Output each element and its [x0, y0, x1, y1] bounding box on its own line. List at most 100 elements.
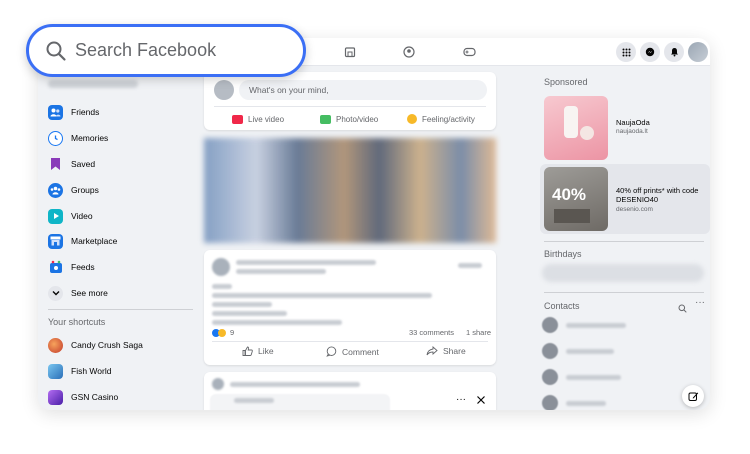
contact-avatar	[542, 395, 558, 410]
post2-header-blurred	[230, 382, 360, 387]
feeds-icon	[48, 260, 63, 275]
thumbs-up-icon	[242, 346, 253, 356]
ad-image: 40%	[544, 167, 608, 231]
post-composer: What's on your mind, Live video Photo/vi…	[204, 72, 496, 130]
birthday-blurred[interactable]	[542, 264, 704, 282]
comment-button[interactable]: Comment	[326, 346, 379, 357]
reactions-summary[interactable]: 9	[212, 328, 234, 337]
ad-url: naujaoda.lt	[616, 128, 648, 135]
gaming-nav-icon[interactable]	[462, 45, 476, 59]
groups-nav-icon[interactable]	[402, 45, 416, 59]
action-label: Live video	[248, 114, 285, 124]
sidebar-item-label: See more	[71, 288, 108, 298]
comment-bubble-icon	[326, 346, 337, 357]
ad-title: 40% off prints* with code DESENIO40	[616, 186, 699, 204]
ad-image	[544, 96, 608, 160]
new-message-button[interactable]	[682, 385, 704, 407]
sidebar-item-groups[interactable]: Groups	[48, 179, 198, 201]
video-icon	[48, 208, 63, 224]
shares-count[interactable]: 1 share	[466, 328, 491, 337]
contacts-more-icon[interactable]: ···	[695, 297, 705, 308]
shortcuts-heading: Your shortcuts	[48, 317, 106, 327]
groups-icon	[48, 182, 63, 198]
composer-avatar	[214, 80, 234, 100]
ad-url: desenio.com	[616, 206, 653, 213]
post-actions-divider	[212, 341, 488, 342]
sidebar-item-feeds[interactable]: Feeds	[48, 256, 198, 278]
live-video-icon	[232, 114, 243, 124]
sidebar-item-label: Marketplace	[71, 236, 118, 246]
post2-author-avatar[interactable]	[212, 378, 224, 390]
share-button[interactable]: Share	[426, 346, 466, 356]
like-button[interactable]: Like	[242, 346, 274, 356]
composer-input[interactable]: What's on your mind,	[239, 80, 487, 100]
shortcut-label: Fish World	[71, 366, 112, 376]
menu-grid-icon[interactable]	[616, 42, 636, 62]
sponsored-ad-naujaoda[interactable]: NaujaOda naujaoda.lt	[540, 93, 710, 163]
stories-blurred[interactable]	[204, 138, 496, 243]
chevron-down-icon	[48, 285, 63, 301]
share-arrow-icon	[426, 346, 438, 356]
close-icon[interactable]	[476, 392, 486, 410]
photo-video-button[interactable]: Photo/video	[320, 112, 378, 126]
sidebar-item-label: Memories	[71, 133, 109, 143]
search-placeholder: Search Facebook	[75, 40, 217, 60]
sidebar-item-label: Video	[71, 211, 93, 221]
sidebar-item-saved[interactable]: Saved	[48, 153, 198, 175]
notifications-bell-icon[interactable]	[664, 42, 684, 62]
post-text-blurred	[212, 320, 342, 325]
sidebar-item-marketplace[interactable]: Marketplace	[48, 230, 198, 252]
more-options-icon[interactable]: ···	[456, 394, 466, 405]
feed-post: 9 33 comments 1 share Like Comment Share	[204, 250, 496, 365]
see-more-button[interactable]: See more	[48, 282, 198, 304]
live-video-button[interactable]: Live video	[232, 112, 284, 126]
contact-name-blurred	[566, 400, 606, 406]
post-text-blurred	[212, 311, 287, 316]
post-author-avatar[interactable]	[212, 258, 230, 276]
shortcut-candy-crush[interactable]: Candy Crush Saga	[48, 334, 198, 356]
feeling-activity-button[interactable]: Feeling/activity	[407, 112, 475, 126]
photo-icon	[320, 114, 331, 124]
right-divider	[544, 292, 704, 293]
right-rail: Sponsored NaujaOda naujaoda.lt 40% 40% o…	[538, 66, 710, 410]
contact-item[interactable]	[542, 342, 702, 360]
sidebar-item-memories[interactable]: Memories	[48, 127, 198, 149]
saved-icon	[48, 157, 63, 172]
sidebar-item-label: Feeds	[71, 262, 95, 272]
contact-avatar	[542, 343, 558, 359]
shortcut-label: Candy Crush Saga	[71, 340, 143, 350]
messenger-icon[interactable]	[640, 42, 660, 62]
contact-name-blurred	[566, 374, 621, 380]
friends-icon	[48, 104, 63, 120]
contact-item[interactable]	[542, 316, 702, 334]
post-options-blurred[interactable]	[458, 263, 482, 268]
comments-count[interactable]: 33 comments	[409, 328, 454, 337]
sidebar-item-video[interactable]: Video	[48, 205, 198, 227]
contact-item[interactable]	[542, 394, 702, 410]
sidebar-item-label: Groups	[71, 185, 99, 195]
sponsored-ad-desenio[interactable]: 40% 40% off prints* with code DESENIO40 …	[540, 164, 710, 234]
haha-reaction-icon	[218, 328, 226, 337]
profile-avatar[interactable]	[688, 42, 708, 62]
sidebar-item-friends[interactable]: Friends	[48, 101, 198, 123]
post2-shared-title-blurred	[234, 398, 274, 403]
sidebar-divider	[48, 309, 193, 310]
marketplace-icon	[48, 233, 63, 249]
candy-crush-icon	[48, 337, 63, 353]
search-icon	[46, 41, 66, 61]
post-time-blurred	[236, 269, 326, 274]
post-text-blurred	[212, 302, 272, 307]
contact-item[interactable]	[542, 368, 702, 386]
search-input[interactable]: Search Facebook	[26, 24, 306, 77]
shortcut-label: GSN Casino	[71, 392, 119, 402]
contact-avatar	[542, 317, 558, 333]
birthdays-heading: Birthdays	[544, 249, 582, 259]
fish-world-icon	[48, 363, 63, 379]
shortcut-fish-world[interactable]: Fish World	[48, 360, 198, 382]
marketplace-nav-icon[interactable]	[343, 45, 357, 59]
profile-name-blurred[interactable]	[48, 80, 138, 88]
compose-icon	[688, 392, 698, 401]
sidebar-item-label: Saved	[71, 159, 96, 169]
shortcut-gsn-casino[interactable]: GSN Casino	[48, 386, 198, 408]
reaction-count: 9	[230, 328, 235, 337]
